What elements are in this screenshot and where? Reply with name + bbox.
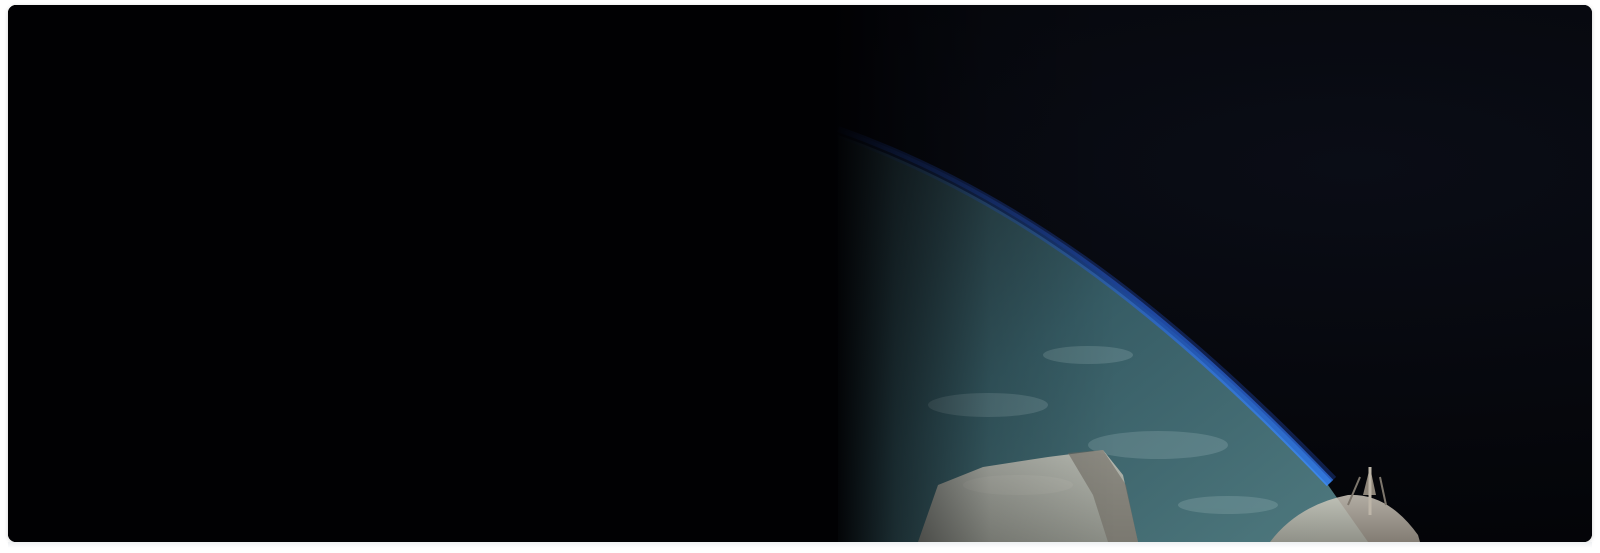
card-shadow-strip: [8, 542, 1592, 548]
left-fade-overlay: [8, 5, 1592, 542]
hero-banner: [8, 5, 1592, 542]
